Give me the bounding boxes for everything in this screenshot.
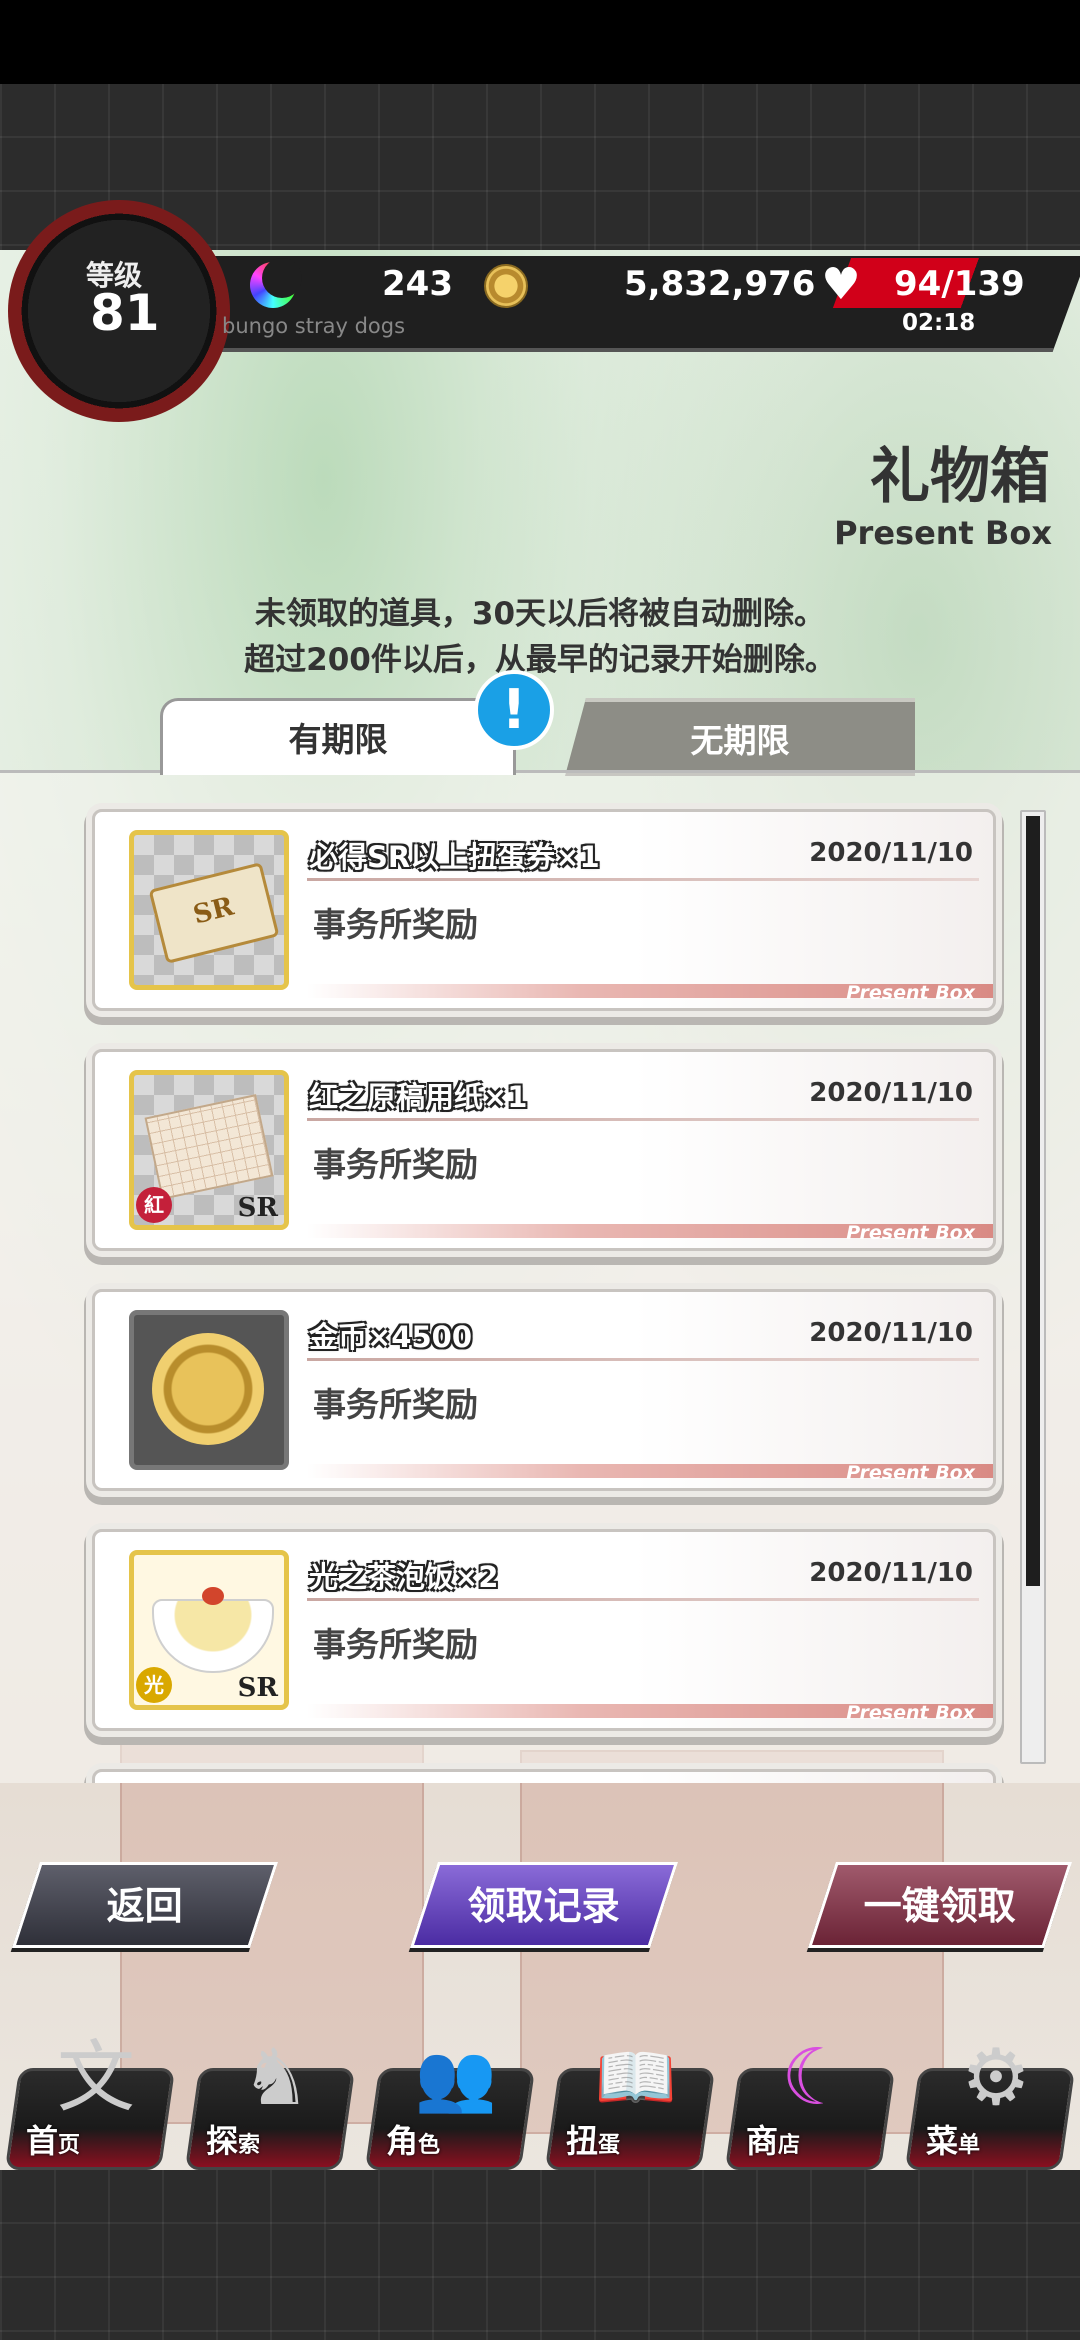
brand-text: bungo stray dogs bbox=[222, 314, 406, 338]
present-item[interactable]: SR 必得SR以上扭蛋券×1 2020/11/10 事务所奖励 Present … bbox=[92, 809, 996, 1011]
page-subtitle: Present Box bbox=[834, 514, 1052, 552]
element-badge: 紅 bbox=[136, 1187, 172, 1223]
nav-explore[interactable]: ♞ 探索 bbox=[184, 2028, 356, 2170]
rarity-label: SR bbox=[237, 1673, 278, 1703]
coin-icon bbox=[484, 264, 528, 308]
divider bbox=[307, 1358, 979, 1361]
alert-icon: ! bbox=[474, 670, 554, 750]
claim-history-label: 领取记录 bbox=[467, 1884, 620, 1928]
element-badge: 光 bbox=[136, 1667, 172, 1703]
nav-menu[interactable]: ⚙ 菜单 bbox=[904, 2028, 1076, 2170]
stamina-timer: 02:18 bbox=[902, 310, 976, 336]
manuscript-paper-icon: 紅 SR bbox=[129, 1070, 289, 1230]
claim-all-label: 一键领取 bbox=[863, 1884, 1016, 1928]
divider bbox=[307, 878, 979, 881]
item-title: 光之茶泡饭×2 bbox=[309, 1560, 499, 1594]
item-title: 金币×4500 bbox=[309, 1320, 473, 1354]
tab-unlimited[interactable]: 无期限 bbox=[565, 698, 915, 776]
status-bar bbox=[0, 0, 1080, 84]
nav-label: 角色 bbox=[386, 2122, 441, 2160]
item-tag: Present Box bbox=[846, 1222, 975, 1244]
nav-label: 商店 bbox=[746, 2122, 801, 2160]
divider bbox=[307, 1118, 979, 1121]
notice-line-2: 超过200件以后，从最早的记录开始删除。 bbox=[244, 642, 836, 678]
gacha-book-icon: 📖 bbox=[594, 2039, 678, 2116]
item-tag: Present Box bbox=[846, 1702, 975, 1724]
nav-label: 首页 bbox=[26, 2122, 81, 2160]
nav-label: 探索 bbox=[206, 2122, 261, 2160]
rarity-label: SR bbox=[237, 1193, 278, 1223]
tiger-explore-icon: ♞ bbox=[241, 2033, 311, 2123]
item-date: 2020/11/10 bbox=[809, 1078, 973, 1108]
item-tag: Present Box bbox=[846, 982, 975, 1004]
shop-moon-icon: ☾ bbox=[781, 2033, 851, 2123]
page-title: 礼物箱 bbox=[870, 442, 1050, 512]
claim-all-button[interactable]: 一键领取 bbox=[808, 1862, 1072, 1948]
item-date: 2020/11/10 bbox=[809, 1318, 973, 1348]
tab-limited[interactable]: 有期限 bbox=[160, 698, 516, 775]
present-item[interactable] bbox=[92, 1769, 996, 1783]
divider bbox=[307, 1598, 979, 1601]
present-item[interactable]: 金币×4500 2020/11/10 事务所奖励 Present Box bbox=[92, 1289, 996, 1491]
sr-ticket-icon: SR bbox=[129, 830, 289, 990]
item-tag: Present Box bbox=[846, 1462, 975, 1484]
coin-count: 5,832,976 bbox=[624, 264, 816, 304]
item-source: 事务所奖励 bbox=[313, 1625, 478, 1664]
nav-gacha[interactable]: 📖 扭蛋 bbox=[544, 2028, 716, 2170]
back-button[interactable]: 返回 bbox=[12, 1862, 278, 1948]
level-badge[interactable]: 等级 81 bbox=[8, 200, 230, 422]
bottom-frame bbox=[0, 2170, 1080, 2340]
ochazuke-bowl-icon: 光 SR bbox=[129, 1550, 289, 1710]
item-title: 红之原稿用纸×1 bbox=[309, 1080, 528, 1114]
bowl-art bbox=[152, 1587, 274, 1673]
nav-label: 菜单 bbox=[926, 2122, 981, 2160]
present-item[interactable]: 紅 SR 红之原稿用纸×1 2020/11/10 事务所奖励 Present B… bbox=[92, 1049, 996, 1251]
scrollbar-thumb[interactable] bbox=[1026, 816, 1040, 1586]
paper-art bbox=[144, 1094, 274, 1200]
home-bungo-icon: 文 bbox=[56, 2033, 135, 2123]
nav-label: 扭蛋 bbox=[566, 2122, 621, 2160]
claim-history-button[interactable]: 领取记录 bbox=[410, 1862, 678, 1948]
heart-stamina-icon: ♥ bbox=[821, 259, 861, 310]
scrollbar[interactable] bbox=[1020, 810, 1046, 1764]
nav-characters[interactable]: 👥 角色 bbox=[364, 2028, 536, 2170]
item-title: 必得SR以上扭蛋券×1 bbox=[309, 840, 600, 874]
nav-shop[interactable]: ☾ 商店 bbox=[724, 2028, 896, 2170]
item-date: 2020/11/10 bbox=[809, 838, 973, 868]
present-item[interactable]: 光 SR 光之茶泡饭×2 2020/11/10 事务所奖励 Present Bo… bbox=[92, 1529, 996, 1731]
coin-art bbox=[152, 1333, 264, 1445]
stamina-value: 94/139 bbox=[894, 264, 1025, 304]
ticket-art: SR bbox=[148, 862, 280, 964]
gold-coin-icon bbox=[129, 1310, 289, 1470]
notice-line-1: 未领取的道具，30天以后将被自动删除。 bbox=[254, 596, 826, 632]
item-source: 事务所奖励 bbox=[313, 905, 478, 944]
crystal-count: 243 bbox=[382, 264, 453, 304]
characters-icon: 👥 bbox=[414, 2039, 498, 2116]
nav-home[interactable]: 文 首页 bbox=[4, 2028, 176, 2170]
item-source: 事务所奖励 bbox=[313, 1145, 478, 1184]
menu-gear-icon: ⚙ bbox=[961, 2033, 1031, 2123]
level-value: 81 bbox=[90, 284, 160, 342]
item-source: 事务所奖励 bbox=[313, 1385, 478, 1424]
crystal-moon-icon bbox=[250, 258, 302, 308]
present-list[interactable]: SR 必得SR以上扭蛋券×1 2020/11/10 事务所奖励 Present … bbox=[0, 770, 1080, 1783]
item-date: 2020/11/10 bbox=[809, 1558, 973, 1588]
back-button-label: 返回 bbox=[106, 1884, 183, 1928]
